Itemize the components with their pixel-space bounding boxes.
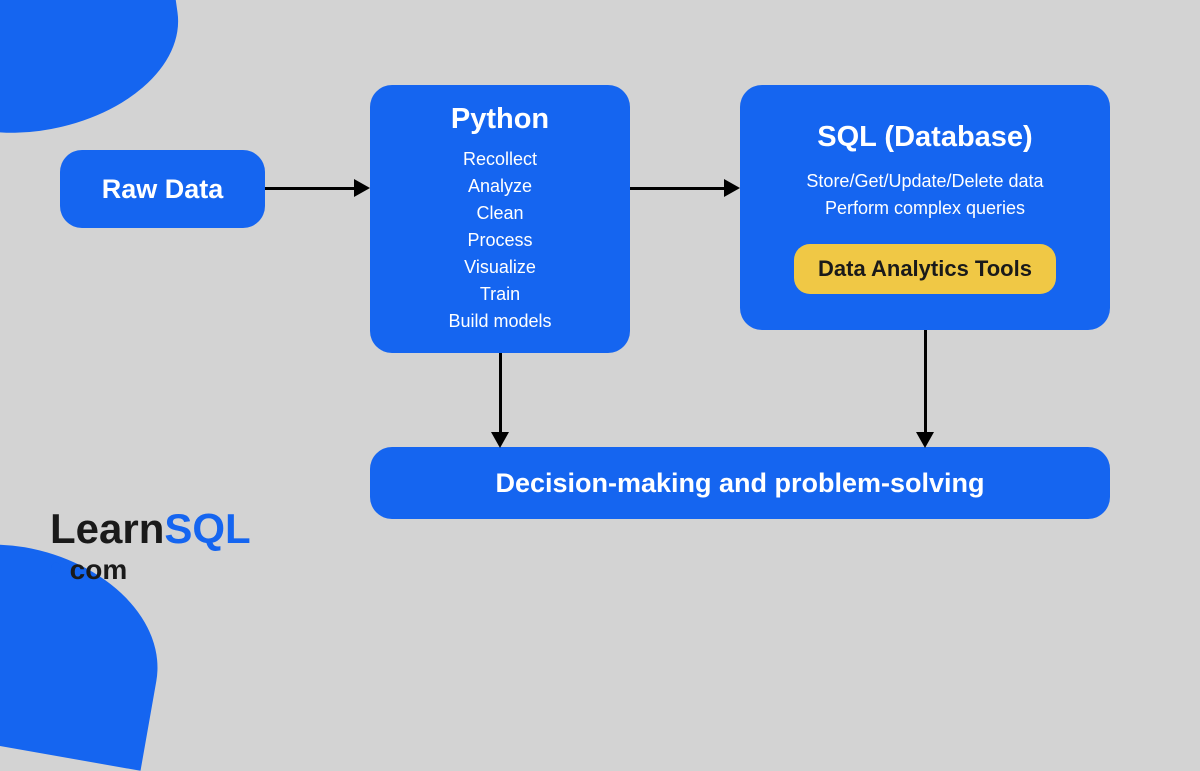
python-item: Process <box>448 227 551 254</box>
arrow-python-decision <box>499 353 502 433</box>
arrowhead-python-decision <box>491 432 509 448</box>
python-item: Recollect <box>448 146 551 173</box>
node-python: Python Recollect Analyze Clean Process V… <box>370 85 630 353</box>
python-item: Visualize <box>448 254 551 281</box>
python-item: Clean <box>448 200 551 227</box>
logo-com: com <box>62 554 127 585</box>
decision-title: Decision-making and problem-solving <box>495 468 984 499</box>
arrow-rawdata-python <box>265 187 355 190</box>
sql-item: Store/Get/Update/Delete data <box>806 168 1043 195</box>
logo-sql: SQL <box>164 505 250 552</box>
arrow-python-sql <box>630 187 725 190</box>
node-sql: SQL (Database) Store/Get/Update/Delete d… <box>740 85 1110 330</box>
logo-main-text: LearnSQL <box>50 505 251 553</box>
arrowhead-sql-decision <box>916 432 934 448</box>
python-title: Python <box>451 103 549 136</box>
node-decision: Decision-making and problem-solving <box>370 447 1110 519</box>
python-item: Train <box>448 281 551 308</box>
python-item: Analyze <box>448 173 551 200</box>
sql-item: Perform complex queries <box>806 195 1043 222</box>
logo-dot: • <box>50 549 62 587</box>
arrow-sql-decision <box>924 330 927 433</box>
arrowhead-rawdata-python <box>354 179 370 197</box>
node-raw-data: Raw Data <box>60 150 265 228</box>
python-item: Build models <box>448 308 551 335</box>
arrowhead-python-sql <box>724 179 740 197</box>
python-items: Recollect Analyze Clean Process Visualiz… <box>448 146 551 335</box>
data-analytics-tools-badge: Data Analytics Tools <box>794 244 1056 294</box>
badge-label: Data Analytics Tools <box>818 256 1032 281</box>
learnsql-logo: LearnSQL • com <box>50 505 251 588</box>
logo-learn: Learn <box>50 505 164 552</box>
wave-top-decoration <box>0 0 191 149</box>
logo-com-line: • com <box>50 549 251 588</box>
sql-title: SQL (Database) <box>817 121 1032 154</box>
sql-items: Store/Get/Update/Delete data Perform com… <box>806 168 1043 222</box>
raw-data-title: Raw Data <box>102 174 224 205</box>
